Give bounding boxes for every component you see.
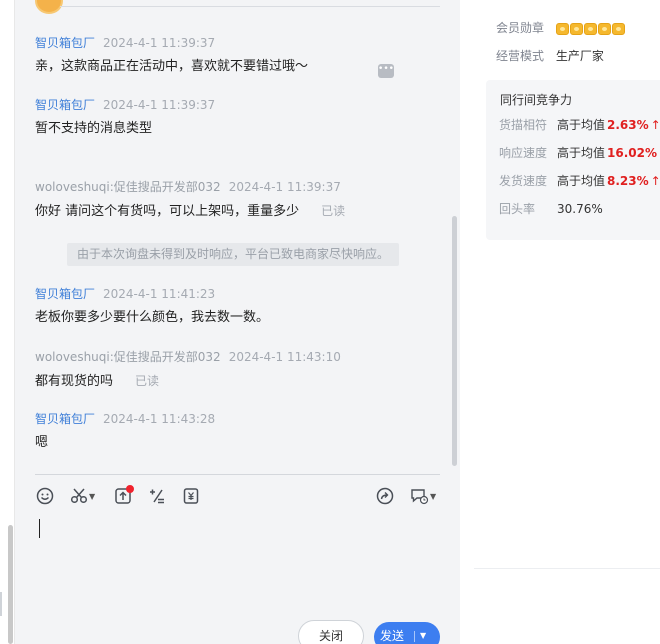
scissors-icon[interactable]: ▼ (70, 486, 95, 506)
chat-message: woloveshuqi:促佳搜品开发部032 2024-4-1 11:39:37 … (35, 179, 445, 222)
metric-value: 2.63% (607, 118, 649, 132)
send-separator (414, 631, 415, 642)
system-notice: 由于本次询盘未得到及时响应，平台已致电商家尽快响应。 (67, 243, 399, 266)
metric-label: 发货速度 (499, 174, 548, 188)
chat-message: woloveshuqi:促佳搜品开发部032 2024-4-1 11:43:10 … (35, 349, 445, 392)
message-header: woloveshuqi:促佳搜品开发部032 2024-4-1 11:39:37 (35, 179, 445, 195)
metric-label: 回头率 (499, 202, 536, 216)
business-mode-label: 经营模式 (496, 49, 545, 63)
message-sender[interactable]: 智贝箱包厂 (35, 98, 95, 112)
read-status: 已读 (321, 204, 346, 218)
message-text-row: 你好 请问这个有货吗，可以上架吗，重量多少 已读 (35, 201, 445, 222)
message-sender[interactable]: 智贝箱包厂 (35, 36, 95, 50)
message-text: 老板你要多少要什么颜色，我去数一数。 (35, 310, 270, 325)
competition-title: 同行间竞争力 (500, 93, 573, 107)
business-mode-row: 经营模式 生产厂家 (496, 47, 604, 64)
message-header: 智贝箱包厂 2024-4-1 11:41:23 (35, 286, 445, 302)
message-header: 智贝箱包厂 2024-4-1 11:43:28 (35, 411, 445, 427)
crown-icon (555, 22, 569, 35)
message-time: 2024-4-1 11:43:10 (228, 350, 341, 364)
chat-panel: 智贝箱包厂 2024-4-1 11:39:37 亲，这款商品正在活动中，喜欢就不要… (0, 0, 460, 644)
quick-reply-icon[interactable]: ▼ (409, 486, 436, 506)
cropped-top-row (496, 0, 660, 5)
message-text-row: 都有现货的吗 已读 (35, 371, 445, 392)
arrow-up-icon: ↑ (650, 118, 660, 132)
notification-dot (126, 485, 134, 493)
metric-text: 30.76% (557, 202, 603, 216)
arrow-up-icon: ↑ (650, 174, 660, 188)
message-text: 你好 请问这个有货吗，可以上架吗，重量多少 (35, 204, 300, 219)
metric-value: 8.23% (607, 174, 649, 188)
chat-scrollbar[interactable] (452, 216, 457, 466)
metric-text: 高于均值 (557, 118, 606, 132)
message-time: 2024-4-1 11:39:37 (103, 36, 216, 50)
message-time: 2024-4-1 11:39:37 (228, 180, 341, 194)
metric-text: 高于均值 (557, 146, 606, 160)
toolbar-divider (35, 474, 440, 475)
close-button[interactable]: 关闭 (298, 620, 364, 644)
chevron-down-icon[interactable]: ▼ (89, 492, 95, 501)
metric-text: 高于均值 (557, 174, 606, 188)
send-button-label: 发送 (380, 629, 405, 643)
price-tag-icon[interactable] (182, 486, 200, 506)
message-input[interactable] (39, 519, 40, 538)
member-badge-row: 会员勋章 (496, 19, 625, 36)
message-time: 2024-4-1 11:39:37 (103, 98, 216, 112)
chat-message: 智贝箱包厂 2024-4-1 11:39:37 暂不支持的消息类型 (35, 97, 445, 139)
read-status: 已读 (135, 374, 160, 388)
metric-row: 回头率 30.76% (499, 201, 603, 217)
message-text: 嗯 (35, 435, 49, 450)
divider (60, 6, 440, 7)
divider (474, 568, 660, 569)
message-header: 智贝箱包厂 2024-4-1 11:39:37 (35, 97, 445, 113)
crown-icon (597, 22, 611, 35)
message-time: 2024-4-1 11:41:23 (103, 287, 216, 301)
message-text: 都有现货的吗 (35, 374, 114, 389)
avatar (35, 0, 63, 14)
crown-icon (611, 22, 625, 35)
forward-icon[interactable] (376, 486, 394, 506)
message-header: woloveshuqi:促佳搜品开发部032 2024-4-1 11:43:10 (35, 349, 445, 365)
chat-message: 智贝箱包厂 2024-4-1 11:43:28 嗯 (35, 411, 445, 453)
metric-row: 响应速度高于均值16.02%↑ (499, 145, 660, 161)
message-sender[interactable]: woloveshuqi:促佳搜品开发部032 (35, 180, 221, 194)
chat-message: 智贝箱包厂 2024-4-1 11:41:23 老板你要多少要什么颜色，我去数一数… (35, 286, 445, 328)
send-button[interactable]: 发送 ▼ (374, 622, 440, 644)
message-text: 暂不支持的消息类型 (35, 121, 153, 136)
metric-label: 响应速度 (499, 146, 548, 160)
left-scrollbar[interactable] (8, 525, 13, 644)
left-edge-marker (0, 592, 2, 616)
message-sender[interactable]: woloveshuqi:促佳搜品开发部032 (35, 350, 221, 364)
business-mode-value: 生产厂家 (555, 49, 604, 63)
metric-row: 货描相符 高于均值 2.63% ↑ (499, 117, 660, 133)
chat-window: 智贝箱包厂 2024-4-1 11:39:37 亲，这款商品正在活动中，喜欢就不要… (0, 0, 660, 644)
formula-icon[interactable] (148, 486, 166, 506)
metric-label: 货描相符 (499, 118, 548, 132)
more-icon[interactable]: ••• (378, 64, 394, 78)
crown-icon (583, 22, 597, 35)
metric-row: 发货速度 高于均值 8.23% ↑ (499, 173, 660, 189)
member-badge-label: 会员勋章 (496, 21, 545, 35)
crown-badges (555, 22, 625, 35)
metric-value: 16.02% (607, 146, 657, 160)
message-sender[interactable]: 智贝箱包厂 (35, 412, 95, 426)
chevron-down-icon[interactable]: ▼ (420, 622, 426, 644)
message-sender[interactable]: 智贝箱包厂 (35, 287, 95, 301)
message-time: 2024-4-1 11:43:28 (103, 412, 216, 426)
emoji-icon[interactable] (36, 486, 54, 506)
chevron-down-icon[interactable]: ▼ (430, 492, 436, 501)
message-header: 智贝箱包厂 2024-4-1 11:39:37 (35, 35, 445, 51)
crown-icon (569, 22, 583, 35)
